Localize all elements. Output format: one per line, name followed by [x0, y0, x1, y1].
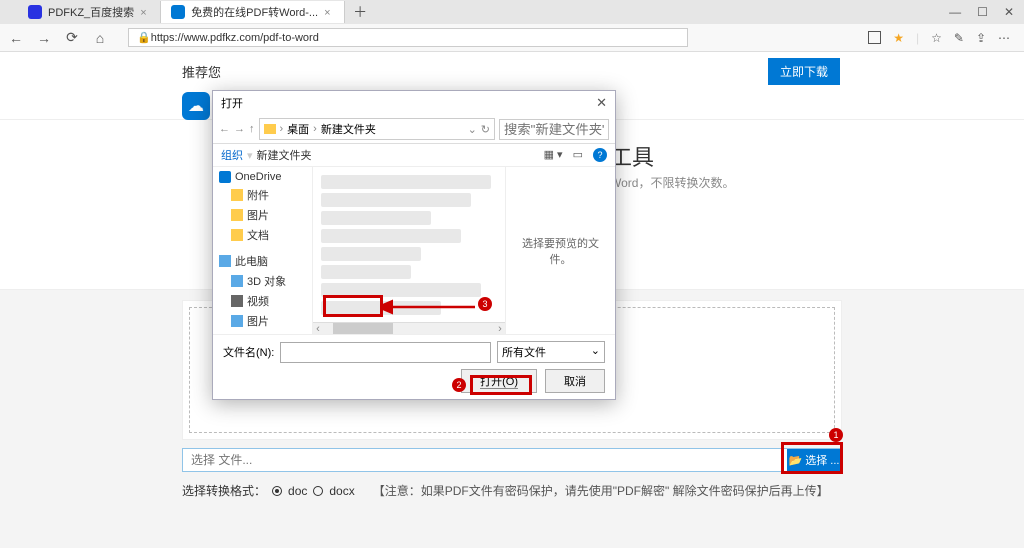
- badge-2: 2: [452, 378, 466, 392]
- tree-doc[interactable]: 文档: [213, 225, 312, 245]
- folder-tree: OneDrive 附件 图片 文档 此电脑 3D 对象 视频 图片 文档 下载 …: [213, 167, 313, 334]
- minimize-icon[interactable]: —: [949, 5, 961, 19]
- hero-title: 工具: [610, 140, 654, 172]
- tab-baidu[interactable]: PDFKZ_百度搜索 ×: [18, 1, 161, 23]
- path-box[interactable]: › 桌面 › 新建文件夹 ⌄ ↻: [259, 118, 496, 140]
- format-row: 选择转换格式： doc docx 【注意：如果PDF文件有密码保护，请先使用"P…: [182, 482, 829, 499]
- open-button[interactable]: 打开(O): [461, 369, 537, 393]
- dialog-close-icon[interactable]: ✕: [596, 95, 607, 111]
- tree-onedrive[interactable]: OneDrive: [213, 169, 312, 185]
- filename-input[interactable]: [280, 342, 491, 363]
- tree-pic[interactable]: 图片: [213, 205, 312, 225]
- tree-pc[interactable]: 此电脑: [213, 251, 312, 271]
- tab-pdfkz[interactable]: 免费的在线PDF转Word-... ×: [161, 1, 345, 23]
- address-bar-row: ← → ⟳ ⌂ 🔒 https://www.pdfkz.com/pdf-to-w…: [0, 24, 1024, 52]
- address-bar[interactable]: 🔒 https://www.pdfkz.com/pdf-to-word: [128, 28, 688, 47]
- filename-label: 文件名(N):: [223, 344, 274, 360]
- favorites-icon[interactable]: ☆: [931, 31, 942, 45]
- file-area: 组合 2 ‹ › 选择要预览的文件。: [313, 167, 615, 334]
- preview-text: 选择要预览的文件。: [516, 235, 605, 267]
- organize-menu[interactable]: 组织: [221, 147, 243, 163]
- tree-video[interactable]: 视频: [213, 291, 312, 311]
- badge-3: 3: [478, 297, 492, 311]
- forward-icon[interactable]: →: [34, 30, 54, 46]
- format-label: 选择转换格式：: [182, 482, 266, 499]
- refresh-icon[interactable]: ⟳: [62, 29, 82, 46]
- filetype-select[interactable]: 所有文件⌄: [497, 341, 605, 363]
- close-icon[interactable]: ×: [140, 7, 150, 17]
- choose-file-button[interactable]: 📂 选择 ...: [787, 449, 841, 471]
- tree-attach[interactable]: 附件: [213, 185, 312, 205]
- favicon-icon: [171, 5, 185, 19]
- placeholder-icon: [4, 6, 16, 18]
- reading-icon[interactable]: [868, 31, 881, 44]
- file-path-input[interactable]: [183, 449, 787, 471]
- window-close-icon[interactable]: ✕: [1004, 5, 1014, 19]
- nav-fwd-icon[interactable]: →: [234, 123, 245, 135]
- note-text: 【注意：如果PDF文件有密码保护，请先使用"PDF解密" 解除文件密码保护后再上…: [373, 482, 829, 499]
- view-icon[interactable]: ▦ ▾: [544, 148, 563, 162]
- dialog-title: 打开: [221, 95, 243, 111]
- opt-docx: docx: [329, 484, 354, 498]
- dialog-search[interactable]: [499, 119, 609, 140]
- lock-icon: 🔒: [137, 31, 151, 44]
- share-icon[interactable]: ⇪: [976, 31, 986, 45]
- tree-3d[interactable]: 3D 对象: [213, 271, 312, 291]
- page-body: 推荐您 立即下载 ☁ 工具 Word，不限转换次数。 📂 选择 ... 选择转换…: [0, 52, 1024, 548]
- chevron-down-icon[interactable]: ⌄: [468, 123, 477, 136]
- dialog-toolbar: 组织 ▾ 新建文件夹 ▦ ▾ ▭ ?: [213, 144, 615, 167]
- folder-icon: [264, 124, 276, 134]
- path-refresh-icon[interactable]: ↻: [481, 123, 490, 136]
- tab-label: 免费的在线PDF转Word-...: [191, 4, 318, 20]
- recommend-label: 推荐您: [182, 62, 221, 81]
- file-open-dialog: 打开 ✕ ← → ↑ › 桌面 › 新建文件夹 ⌄ ↻ 组织 ▾ 新建文件夹: [212, 90, 616, 400]
- badge-1: 1: [829, 428, 843, 442]
- chevron-down-icon: ⌄: [591, 344, 600, 360]
- choose-label: 选择 ...: [805, 452, 839, 468]
- preview-pane: 选择要预览的文件。: [505, 167, 615, 334]
- dialog-titlebar: 打开 ✕: [213, 91, 615, 115]
- tab-label: PDFKZ_百度搜索: [48, 4, 134, 20]
- maximize-icon[interactable]: ☐: [977, 5, 988, 19]
- cancel-button[interactable]: 取消: [545, 369, 605, 393]
- scrollbar-thumb[interactable]: [333, 323, 393, 334]
- annotate-icon[interactable]: ✎: [954, 31, 964, 45]
- newfolder-button[interactable]: 新建文件夹: [257, 147, 312, 163]
- radio-docx[interactable]: [313, 486, 323, 496]
- help-icon[interactable]: ?: [593, 148, 607, 162]
- download-button[interactable]: 立即下载: [768, 58, 840, 85]
- back-icon[interactable]: ←: [6, 30, 26, 46]
- browser-tab-strip: PDFKZ_百度搜索 × 免费的在线PDF转Word-... × ＋ — ☐ ✕: [0, 0, 1024, 24]
- dialog-nav: ← → ↑ › 桌面 › 新建文件夹 ⌄ ↻: [213, 115, 615, 144]
- file-list[interactable]: 组合 2 ‹ ›: [313, 167, 505, 334]
- tree-doc2[interactable]: 文档: [213, 331, 312, 334]
- file-select-row: 📂 选择 ...: [182, 448, 842, 472]
- close-icon[interactable]: ×: [324, 7, 334, 17]
- radio-doc[interactable]: [272, 486, 282, 496]
- dialog-body: OneDrive 附件 图片 文档 此电脑 3D 对象 视频 图片 文档 下载 …: [213, 167, 615, 335]
- crumb-desktop[interactable]: 桌面: [287, 121, 309, 137]
- nav-up-icon[interactable]: ↑: [249, 123, 255, 135]
- favicon-icon: [28, 5, 42, 19]
- folder-open-icon: 📂: [789, 454, 803, 467]
- cloud-icon: ☁: [182, 92, 210, 120]
- new-tab-button[interactable]: ＋: [345, 2, 375, 22]
- preview-icon[interactable]: ▭: [573, 148, 583, 162]
- tree-pic2[interactable]: 图片: [213, 311, 312, 331]
- dialog-bottom: 文件名(N): 所有文件⌄ 打开(O) 取消: [213, 335, 615, 399]
- opt-doc: doc: [288, 484, 307, 498]
- url-text: https://www.pdfkz.com/pdf-to-word: [151, 32, 319, 44]
- crumb-newfolder[interactable]: 新建文件夹: [321, 121, 376, 137]
- nav-back-icon[interactable]: ←: [219, 123, 230, 135]
- hero-subtitle: Word，不限转换次数。: [610, 174, 734, 191]
- favorite-icon[interactable]: ★: [893, 31, 904, 45]
- more-icon[interactable]: ⋯: [998, 31, 1010, 45]
- home-icon[interactable]: ⌂: [90, 30, 110, 46]
